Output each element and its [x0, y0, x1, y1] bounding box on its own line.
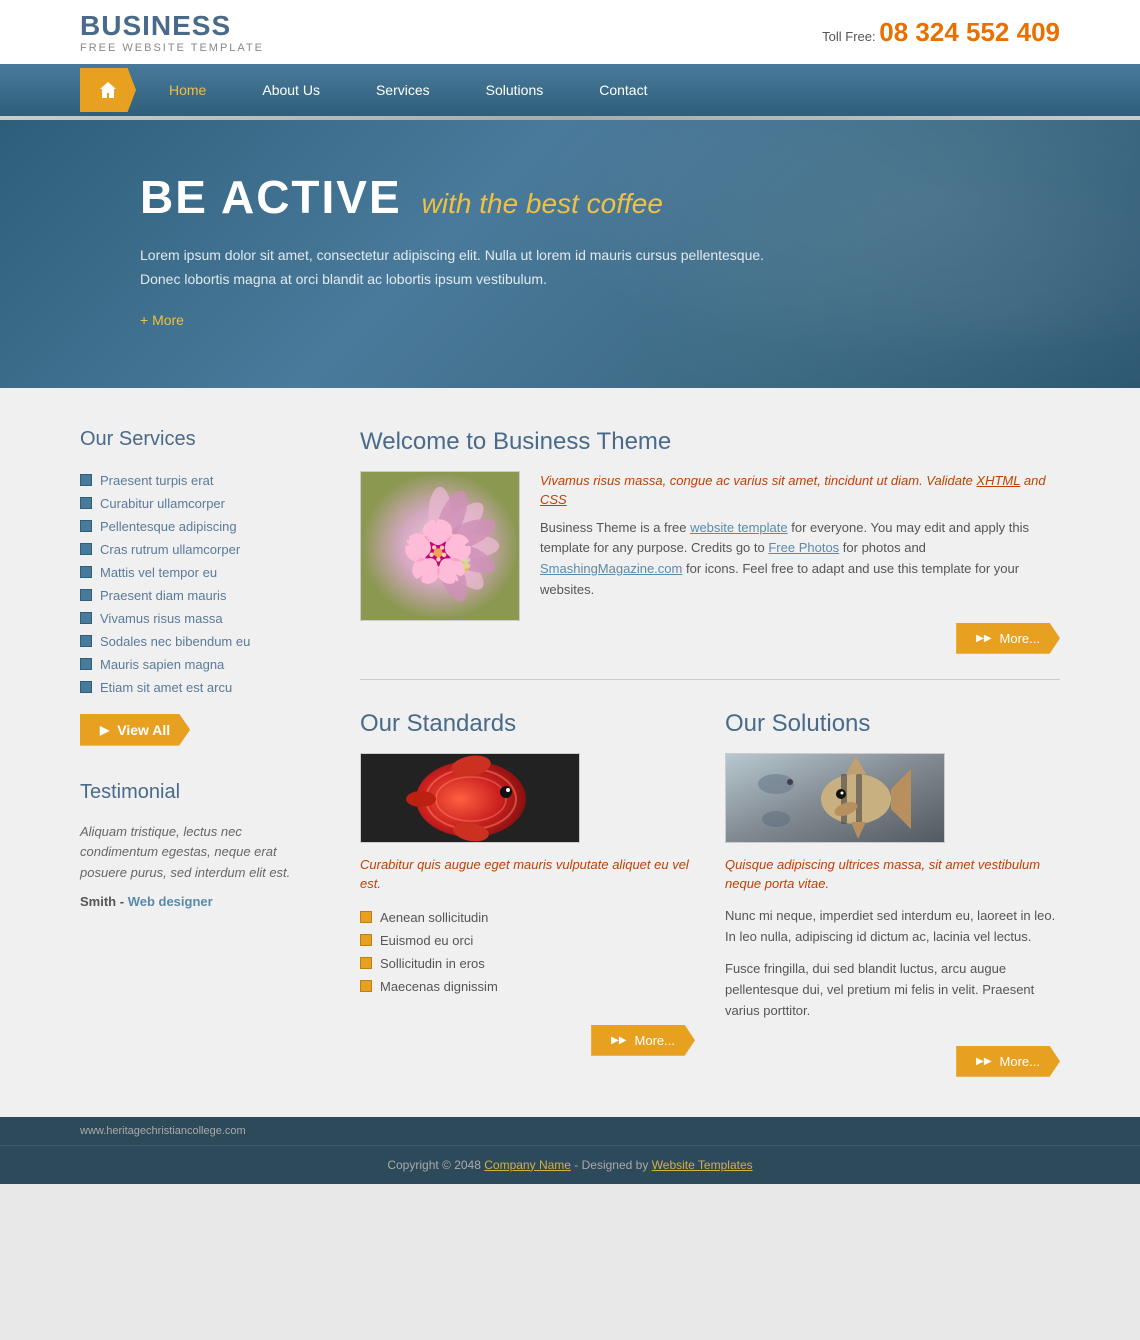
website-templates-link[interactable]: Website Templates: [652, 1158, 753, 1172]
nav-items: Home About Us Services Solutions Contact: [141, 64, 675, 116]
testimonial-role-link[interactable]: Web designer: [128, 894, 213, 909]
hero-main-title: BE ACTIVE: [140, 170, 402, 224]
services-title: Our Services: [80, 428, 320, 451]
hero-more-link[interactable]: + More: [140, 312, 1060, 328]
phone-number: 08 324 552 409: [879, 29, 1060, 44]
toll-free-label: Toll Free:: [822, 29, 875, 44]
list-item: Praesent diam mauris: [80, 584, 320, 607]
hero-title-line: BE ACTIVE with the best coffee: [140, 170, 1060, 224]
sidebar: Our Services Praesent turpis erat Curabi…: [80, 428, 320, 1077]
list-item: Vivamus risus massa: [80, 607, 320, 630]
website-template-link[interactable]: website template: [690, 520, 788, 535]
welcome-inner: Vivamus risus massa, congue ac varius si…: [360, 471, 1060, 654]
testimonial-section: Testimonial Aliquam tristique, lectus ne…: [80, 781, 320, 909]
testimonial-title: Testimonial: [80, 781, 320, 804]
header: BUSINESS FREE WEBSITE TEMPLATE Toll Free…: [0, 0, 1140, 64]
welcome-highlight: Vivamus risus massa, congue ac varius si…: [540, 471, 1060, 510]
standards-more-button[interactable]: More...: [591, 1025, 695, 1056]
solutions-body2: Fusce fringilla, dui sed blandit luctus,…: [725, 959, 1060, 1021]
standards-title: Our Standards: [360, 710, 695, 738]
testimonial-author: Smith - Web designer: [80, 894, 320, 909]
view-all-button[interactable]: View All: [80, 714, 190, 746]
nav-services[interactable]: Services: [348, 64, 458, 116]
angel-fish-svg: [726, 754, 945, 843]
logo-area: BUSINESS FREE WEBSITE TEMPLATE: [80, 10, 264, 54]
welcome-more-button[interactable]: More...: [956, 623, 1060, 654]
solutions-highlight: Quisque adipiscing ultrices massa, sit a…: [725, 855, 1060, 894]
standards-highlight: Curabitur quis augue eget mauris vulputa…: [360, 855, 695, 894]
company-name-link[interactable]: Company Name: [484, 1158, 571, 1172]
smashing-link[interactable]: SmashingMagazine.com: [540, 561, 682, 576]
nav-solutions[interactable]: Solutions: [458, 64, 572, 116]
service-list: Praesent turpis erat Curabitur ullamcorp…: [80, 469, 320, 699]
welcome-section: Welcome to Business Theme: [360, 428, 1060, 680]
testimonial-text: Aliquam tristique, lectus nec condimentu…: [80, 822, 320, 884]
main-content: Our Services Praesent turpis erat Curabi…: [0, 388, 1140, 1117]
solutions-more-button[interactable]: More...: [956, 1046, 1060, 1077]
nav-contact[interactable]: Contact: [571, 64, 675, 116]
footer-bar: www.heritagechristiancollege.com: [0, 1117, 1140, 1145]
nav-about[interactable]: About Us: [234, 64, 348, 116]
solutions-section: Our Solutions: [725, 710, 1060, 1077]
phone-area: Toll Free: 08 324 552 409: [822, 17, 1060, 48]
solutions-image: [725, 753, 945, 843]
list-item: Maecenas dignissim: [360, 975, 695, 998]
hero-subtitle: with the best coffee: [422, 188, 663, 220]
welcome-title: Welcome to Business Theme: [360, 428, 1060, 456]
list-item: Mauris sapien magna: [80, 653, 320, 676]
hero-description: Lorem ipsum dolor sit amet, consectetur …: [140, 244, 790, 292]
standards-list: Aenean sollicitudin Euismod eu orci Soll…: [360, 906, 695, 998]
welcome-text-area: Vivamus risus massa, congue ac varius si…: [540, 471, 1060, 654]
list-item: Pellentesque adipiscing: [80, 515, 320, 538]
list-item: Sodales nec bibendum eu: [80, 630, 320, 653]
logo-subtitle: FREE WEBSITE TEMPLATE: [80, 42, 264, 54]
designed-by-text: Designed by: [582, 1158, 649, 1172]
list-item: Aenean sollicitudin: [360, 906, 695, 929]
list-item: Praesent turpis erat: [80, 469, 320, 492]
list-item: Cras rutrum ullamcorper: [80, 538, 320, 561]
solutions-title: Our Solutions: [725, 710, 1060, 738]
logo-title: BUSINESS: [80, 10, 264, 42]
hero-banner: BE ACTIVE with the best coffee Lorem ips…: [0, 120, 1140, 388]
main-area: Welcome to Business Theme: [360, 428, 1060, 1077]
services-section: Our Services Praesent turpis erat Curabi…: [80, 428, 320, 746]
welcome-image: [360, 471, 520, 621]
home-button[interactable]: [80, 68, 136, 112]
home-icon: [98, 80, 118, 100]
standards-image: [360, 753, 580, 843]
footer-url: www.heritagechristiancollege.com: [80, 1125, 246, 1137]
footer: Copyright © 2048 Company Name - Designed…: [0, 1145, 1140, 1184]
nav-home[interactable]: Home: [141, 64, 234, 116]
list-item: Etiam sit amet est arcu: [80, 676, 320, 699]
list-item: Euismod eu orci: [360, 929, 695, 952]
flower-image-svg: [361, 471, 519, 621]
list-item: Sollicitudin in eros: [360, 952, 695, 975]
two-column-section: Our Standards: [360, 710, 1060, 1077]
free-photos-link[interactable]: Free Photos: [768, 540, 839, 555]
standards-section: Our Standards: [360, 710, 695, 1077]
list-item: Curabitur ullamcorper: [80, 492, 320, 515]
fish-image-svg: [361, 754, 580, 843]
solutions-body1: Nunc mi neque, imperdiet sed interdum eu…: [725, 906, 1060, 948]
navigation: Home About Us Services Solutions Contact: [0, 64, 1140, 116]
welcome-body: Business Theme is a free website templat…: [540, 518, 1060, 601]
list-item: Mattis vel tempor eu: [80, 561, 320, 584]
copyright-text: Copyright © 2048: [387, 1158, 481, 1172]
